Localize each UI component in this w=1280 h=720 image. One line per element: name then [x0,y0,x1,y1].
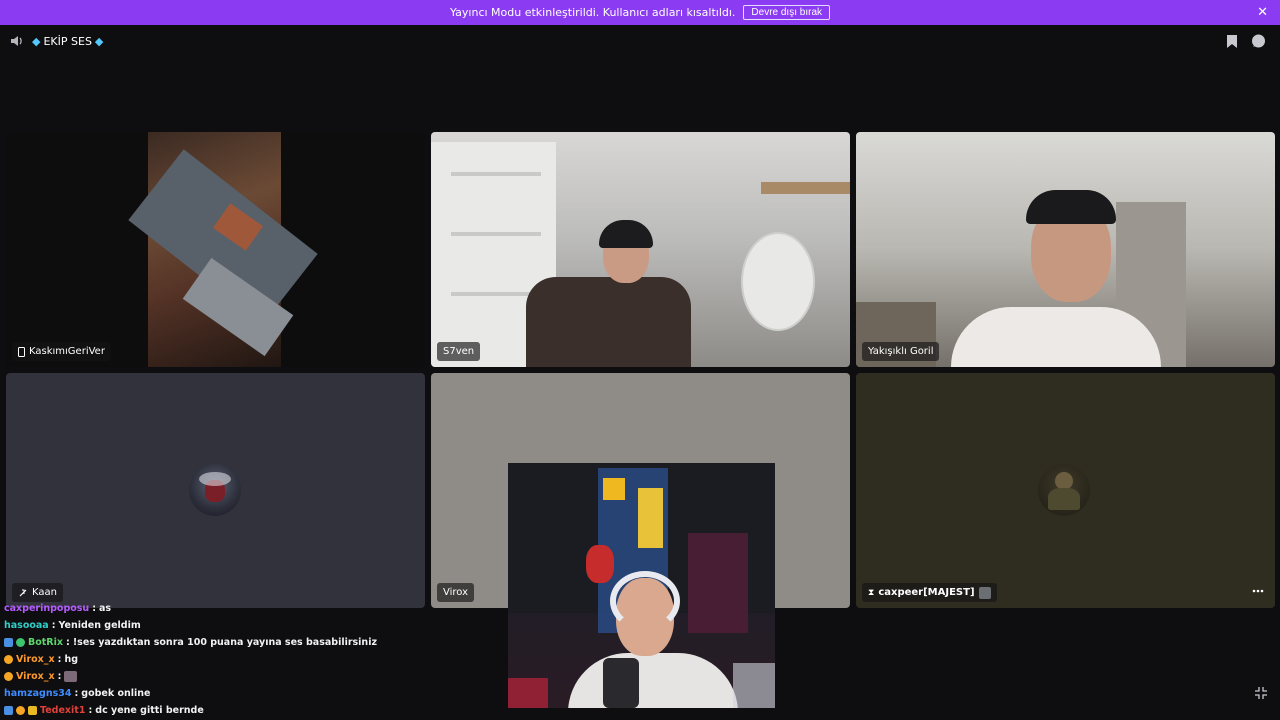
chat-line: hasooaa: Yeniden geldim [4,620,141,631]
chat-message: as [99,603,112,614]
subscriber-badge-icon [4,655,13,664]
chat-username: Virox_x [16,671,55,682]
chat-bubble-icon[interactable] [1251,34,1266,49]
chat-line: Virox_x: [4,668,499,685]
mobile-icon [18,346,25,357]
participant-name-tag: S7ven [437,342,481,361]
chat-username: BotRix [28,637,64,648]
broadcaster-badge-icon [4,706,13,715]
chat-line: BotRix: !ses yazdıktan sonra 100 puana y… [4,634,499,651]
verified-badge-icon [16,638,25,647]
chat-username: Tedexit1 [40,705,86,716]
emote-icon [64,671,78,682]
more-options-icon[interactable] [1249,582,1267,600]
chat-overlay: caxperinpoposu: as hasooaa: Yeniden geld… [4,600,499,719]
subscriber-badge-icon [16,706,25,715]
participant-tile[interactable]: S7ven [431,132,850,367]
avatar [978,586,991,599]
channel-name: EKİP SES [43,34,92,48]
chat-username: hasooaa [4,620,49,631]
broadcaster-badge-icon [4,638,13,647]
chat-message: gobek online [81,688,151,699]
bookmark-icon[interactable] [1227,34,1237,48]
muted-icon [19,589,27,596]
participant-name-tag: Yakışıklı Goril [862,342,940,361]
speaker-icon[interactable] [10,34,24,48]
chat-username: hamzagns34 [4,688,72,699]
collapse-icon[interactable] [1254,686,1268,700]
participant-name-tag: ⧗ caxpeer[MAJEST] [862,583,997,602]
avatar [1038,464,1090,516]
video-feed [128,132,318,367]
streamer-mode-banner: Yayıncı Modu etkinleştirildi. Kullanıcı … [0,0,1280,25]
participant-tile[interactable]: Yakışıklı Goril [856,132,1275,367]
participant-tile[interactable]: KaskımıGeriVer [6,132,425,367]
avatar [189,464,241,516]
participant-tile[interactable]: ⧗ caxpeer[MAJEST] [856,373,1275,608]
chat-line: Virox_x: hg [4,651,499,668]
chat-message: !ses yazdıktan sonra 100 puana yayına se… [72,637,377,648]
hourglass-icon: ⧗ [868,587,875,598]
close-icon[interactable]: ✕ [1257,5,1268,20]
chat-message: hg [64,654,79,665]
subscriber-badge-icon [4,672,13,681]
diamond-icon: ◆ [94,34,104,48]
chat-message: Yeniden geldim [58,620,141,631]
chat-username: caxperinpoposu [4,603,90,614]
participant-tile[interactable]: Kaan [6,373,425,608]
disable-streamer-mode-button[interactable]: Devre dışı bırak [743,5,831,20]
voice-header: ◆ EKİP SES ◆ [10,33,1266,49]
crown-icon [28,706,37,715]
chat-username: Virox_x [16,654,55,665]
chat-line: hamzagns34: gobek online [4,688,151,699]
channel-title: ◆ EKİP SES ◆ [32,35,103,48]
chat-line: caxperinpoposu: as [4,603,112,614]
banner-text: Yayıncı Modu etkinleştirildi. Kullanıcı … [449,6,736,19]
chat-message: dc yene gitti bernde [95,705,204,716]
participant-name-tag: KaskımıGeriVer [12,342,111,361]
chat-line: Tedexit1: dc yene gitti bernde [4,702,499,719]
streamer-webcam [508,463,775,708]
diamond-icon: ◆ [32,34,41,48]
